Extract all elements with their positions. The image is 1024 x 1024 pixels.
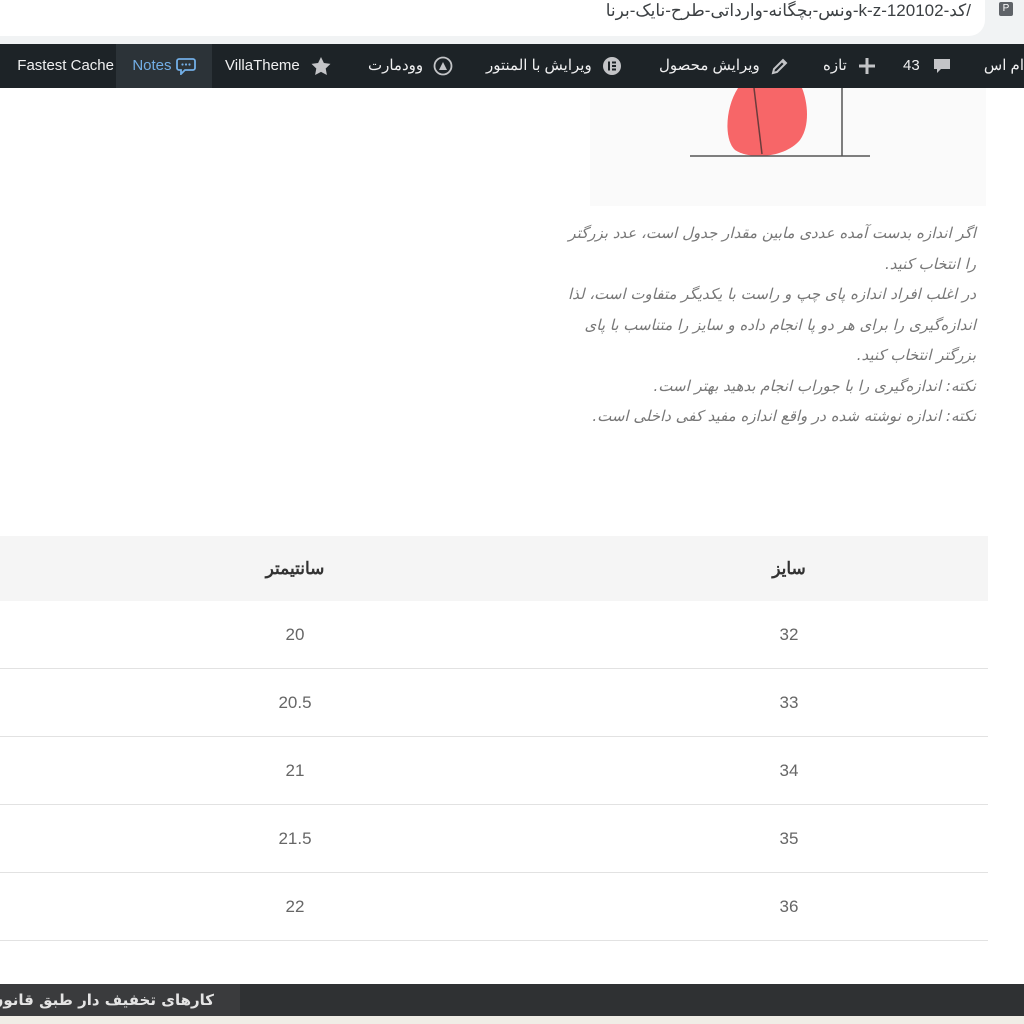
column-header-size: سایز [590, 536, 988, 601]
adminbar-fastest-cache-label: Fastest Cache [17, 57, 114, 74]
adminbar-elementor[interactable]: ویرایش با المنتور [486, 44, 622, 88]
adminbar-fastest-cache[interactable]: Fastest Cache [0, 44, 114, 88]
adminbar-notes[interactable]: Notes [116, 44, 212, 88]
cm-cell: 22 [0, 872, 590, 941]
description-paragraph: اگر اندازه بدست آمده عددی مابین مقدار جد… [568, 224, 976, 273]
pencil-icon [770, 56, 790, 76]
size-cell: 33 [590, 668, 988, 737]
extension-icon[interactable]: P [999, 2, 1013, 16]
adminbar-site-name[interactable]: ام اس [978, 44, 1024, 88]
table-header-row: سایز سانتیمتر [0, 536, 988, 601]
speech-bubble-icon [175, 57, 196, 76]
table-row: 36 22 [0, 872, 988, 941]
adminbar-new[interactable]: تازه [823, 44, 877, 88]
adminbar-villatheme-label: VillaTheme [225, 57, 300, 74]
table-row: 35 21.5 [0, 804, 988, 873]
cm-cell: 21.5 [0, 804, 590, 873]
page-bottom-strip [0, 1016, 1024, 1024]
adminbar-comments[interactable]: 43 [903, 44, 952, 88]
table-row: 32 20 [0, 601, 988, 669]
size-cell: 34 [590, 736, 988, 805]
adminbar-new-label: تازه [823, 57, 847, 74]
adminbar-woodmart-label: وودمارت [368, 57, 424, 74]
description-paragraph: در اغلب افراد اندازه پای چپ و راست با یک… [567, 285, 976, 364]
comment-icon [932, 56, 952, 76]
size-cell: 35 [590, 804, 988, 873]
cm-cell: 21 [0, 736, 590, 805]
size-cell: 32 [590, 601, 988, 669]
wp-admin-bar: Fastest Cache Notes VillaTheme وودمارت و… [0, 44, 1024, 88]
discount-label[interactable]: کارهای تخفیف دار طبق قانون [0, 984, 240, 1016]
size-cell: 36 [590, 872, 988, 941]
plus-icon [857, 56, 877, 76]
elementor-icon [602, 56, 622, 76]
star-icon [310, 56, 332, 76]
browser-toolbar: /کد-k-z-120102-ونس-بچگانه-وارداتی-طرح-نا… [0, 0, 1024, 44]
foot-measurement-illustration [690, 87, 870, 157]
adminbar-villatheme[interactable]: VillaTheme [225, 44, 332, 88]
description-paragraph: نکته: اندازه‌گیری را با جوراب انجام بدهی… [653, 376, 976, 395]
cm-cell: 20 [0, 601, 590, 669]
adminbar-edit-product[interactable]: ویرایش محصول [659, 44, 790, 88]
woodmart-logo-icon [433, 56, 453, 76]
adminbar-notes-label: Notes [132, 57, 172, 74]
adminbar-comments-count: 43 [903, 57, 920, 74]
adminbar-elementor-label: ویرایش با المنتور [486, 57, 592, 74]
size-guide-image [590, 87, 986, 206]
adminbar-site-name-label: ام اس [983, 57, 1024, 74]
size-guide-description: اگر اندازه بدست آمده عددی مابین مقدار جد… [556, 218, 976, 432]
size-table: سایز سانتیمتر 32 20 33 20.5 34 21 35 21.… [0, 536, 988, 941]
cm-cell: 20.5 [0, 668, 590, 737]
adminbar-edit-product-label: ویرایش محصول [659, 57, 760, 74]
table-row: 33 20.5 [0, 668, 988, 737]
adminbar-woodmart[interactable]: وودمارت [368, 44, 453, 88]
table-row: 34 21 [0, 736, 988, 805]
url-text[interactable]: /کد-k-z-120102-ونس-بچگانه-وارداتی-طرح-نا… [606, 0, 971, 30]
description-paragraph: نکته: اندازه نوشته شده در واقع اندازه مف… [592, 407, 976, 425]
address-bar[interactable]: /کد-k-z-120102-ونس-بچگانه-وارداتی-طرح-نا… [0, 0, 985, 36]
column-header-cm: سانتیمتر [0, 536, 590, 601]
